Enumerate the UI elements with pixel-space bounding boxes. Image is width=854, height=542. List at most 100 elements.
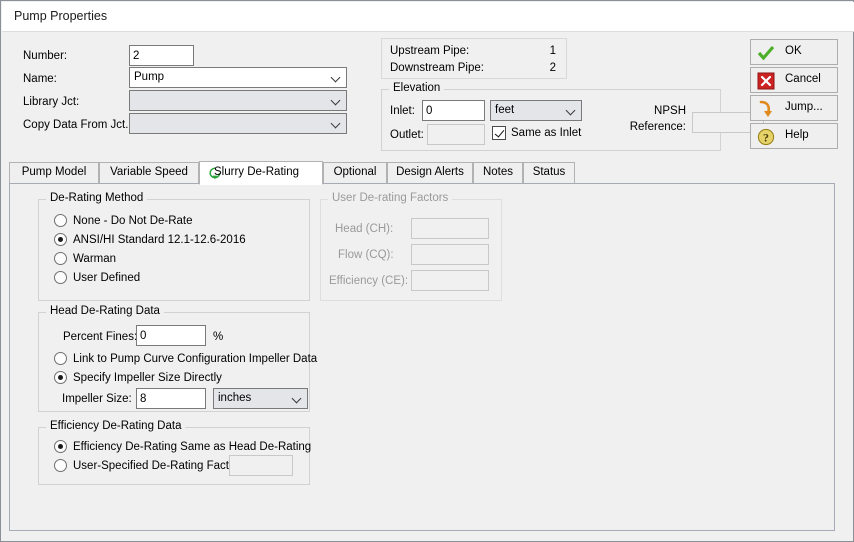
- elevation-units-value: feet: [495, 104, 515, 116]
- head-derating-data-group-title: Head De-Rating Data: [46, 305, 164, 317]
- elevation-units-combobox[interactable]: feet: [490, 100, 582, 121]
- impeller-size-label: Impeller Size:: [62, 393, 132, 405]
- tab-design-alerts[interactable]: Design Alerts: [387, 162, 473, 184]
- radio-dot-icon: [54, 371, 67, 384]
- elevation-group: Elevation Inlet: feet Outlet: Same as In…: [381, 82, 764, 151]
- tab-status[interactable]: Status: [523, 162, 575, 184]
- derating-method-group: De-Rating Method None - Do Not De-Rate A…: [38, 192, 310, 301]
- radio-dot-icon: [54, 352, 67, 365]
- impeller-size-input[interactable]: [136, 388, 206, 409]
- head-ch-label: Head (CH):: [335, 223, 394, 235]
- number-input[interactable]: [129, 45, 194, 66]
- cancel-button-label: Cancel: [785, 73, 821, 85]
- radio-dot-icon: [54, 459, 67, 472]
- radio-dot-icon: [54, 271, 67, 284]
- user-derating-factors-group: User De-rating Factors Head (CH): Flow (…: [320, 192, 502, 301]
- radio-warman-label: Warman: [73, 253, 117, 265]
- tab-variable-speed[interactable]: Variable Speed: [99, 162, 199, 184]
- impeller-size-units-value: inches: [218, 392, 252, 404]
- svg-text:?: ?: [763, 130, 769, 144]
- radio-efficiency-same-as-head-label: Efficiency De-Rating Same as Head De-Rat…: [73, 441, 312, 453]
- upstream-pipe-label: Upstream Pipe:: [390, 45, 470, 57]
- copy-data-from-jct-label: Copy Data From Jct...: [23, 119, 135, 131]
- red-x-icon: [757, 72, 775, 90]
- chevron-down-icon: [332, 120, 341, 126]
- help-button-label: Help: [785, 129, 809, 141]
- help-button[interactable]: ? Help: [750, 123, 838, 149]
- user-derating-factors-group-title: User De-rating Factors: [328, 192, 453, 204]
- tab-optional[interactable]: Optional: [323, 162, 387, 184]
- radio-dot-icon: [54, 440, 67, 453]
- tab-design-alerts-label: Design Alerts: [396, 166, 464, 178]
- library-jct-label: Library Jct:: [23, 96, 80, 108]
- chevron-down-icon: [293, 395, 302, 401]
- head-ch-input[interactable]: [411, 218, 489, 239]
- radio-specify-impeller-size-label: Specify Impeller Size Directly: [73, 372, 222, 384]
- jump-button-label: Jump...: [785, 101, 823, 113]
- tab-slurry-derating-label: Slurry De-Rating: [214, 166, 299, 178]
- outlet-elevation-input[interactable]: [427, 124, 485, 145]
- impeller-size-units-combobox[interactable]: inches: [213, 388, 308, 409]
- tab-pump-model-label: Pump Model: [21, 166, 87, 178]
- chevron-down-icon: [567, 107, 576, 113]
- radio-link-to-pump-curve-label: Link to Pump Curve Configuration Impelle…: [73, 353, 318, 365]
- orange-arrow-icon: [757, 100, 775, 118]
- radio-dot-icon: [54, 214, 67, 227]
- name-combobox[interactable]: Pump: [129, 67, 347, 88]
- tab-status-label: Status: [532, 166, 566, 178]
- number-label: Number:: [23, 50, 68, 62]
- name-label: Name:: [23, 73, 57, 85]
- radio-ansi-hi-standard-label: ANSI/HI Standard 12.1-12.6-2016: [73, 234, 246, 246]
- inlet-label: Inlet:: [390, 105, 415, 117]
- efficiency-ce-label: Efficiency (CE):: [329, 275, 409, 287]
- head-derating-data-group: Head De-Rating Data Percent Fines: % Lin…: [38, 305, 317, 412]
- tab-notes[interactable]: Notes: [473, 162, 523, 184]
- derating-method-group-title: De-Rating Method: [46, 192, 148, 204]
- npsh-reference-label-line2: Reference:: [629, 121, 686, 133]
- radio-dot-icon: [54, 252, 67, 265]
- pump-properties-dialog: Pump Properties Number: Name: Pump Libra…: [0, 0, 854, 542]
- efficiency-derating-data-group: Efficiency De-Rating Data Efficiency De-…: [38, 420, 312, 485]
- efficiency-derating-data-group-title: Efficiency De-Rating Data: [46, 420, 186, 432]
- ok-button[interactable]: OK: [750, 39, 838, 65]
- radio-user-specified-derating-factor-label: User-Specified De-Rating Factor: [73, 460, 240, 472]
- radio-user-defined-label: User Defined: [73, 272, 141, 284]
- tab-pump-model[interactable]: Pump Model: [9, 162, 99, 184]
- upstream-pipe-value: 1: [549, 45, 556, 57]
- percent-fines-unit: %: [213, 331, 224, 343]
- same-as-inlet-label: Same as Inlet: [511, 127, 582, 139]
- library-jct-combobox[interactable]: [129, 90, 347, 111]
- inlet-elevation-input[interactable]: [422, 100, 485, 121]
- chevron-down-icon: [332, 97, 341, 103]
- downstream-pipe-value: 2: [549, 62, 556, 74]
- elevation-group-title: Elevation: [389, 82, 445, 94]
- slurry-derating-panel: De-Rating Method None - Do Not De-Rate A…: [9, 183, 835, 531]
- tab-slurry-derating[interactable]: Slurry De-Rating: [199, 161, 323, 185]
- copy-data-from-jct-combobox[interactable]: [129, 113, 347, 134]
- efficiency-ce-input[interactable]: [411, 270, 489, 291]
- cancel-button[interactable]: Cancel: [750, 67, 838, 93]
- jump-button[interactable]: Jump...: [750, 95, 838, 121]
- chevron-down-icon: [332, 74, 341, 80]
- window-title: Pump Properties: [14, 9, 108, 23]
- connections-panel: Upstream Pipe: 1 Downstream Pipe: 2: [381, 38, 567, 79]
- tab-optional-label: Optional: [333, 166, 377, 178]
- tab-variable-speed-label: Variable Speed: [110, 166, 188, 178]
- percent-fines-input[interactable]: [136, 325, 206, 346]
- green-check-icon: [757, 44, 775, 62]
- name-combobox-value: Pump: [134, 71, 165, 83]
- ok-button-label: OK: [785, 45, 802, 57]
- percent-fines-label: Percent Fines:: [63, 331, 138, 343]
- tab-notes-label: Notes: [482, 166, 514, 178]
- yellow-question-icon: ?: [757, 128, 775, 146]
- user-specified-derating-factor-input[interactable]: [229, 455, 293, 476]
- flow-cq-label: Flow (CQ):: [338, 249, 394, 261]
- title-bar: Pump Properties: [2, 2, 854, 32]
- npsh-reference-label-line1: NPSH: [654, 105, 686, 117]
- outlet-label: Outlet:: [390, 129, 424, 141]
- radio-dot-icon: [54, 233, 67, 246]
- checkbox-box-icon: [492, 126, 506, 140]
- downstream-pipe-label: Downstream Pipe:: [390, 62, 484, 74]
- radio-none-do-not-derate-label: None - Do Not De-Rate: [73, 215, 193, 227]
- flow-cq-input[interactable]: [411, 244, 489, 265]
